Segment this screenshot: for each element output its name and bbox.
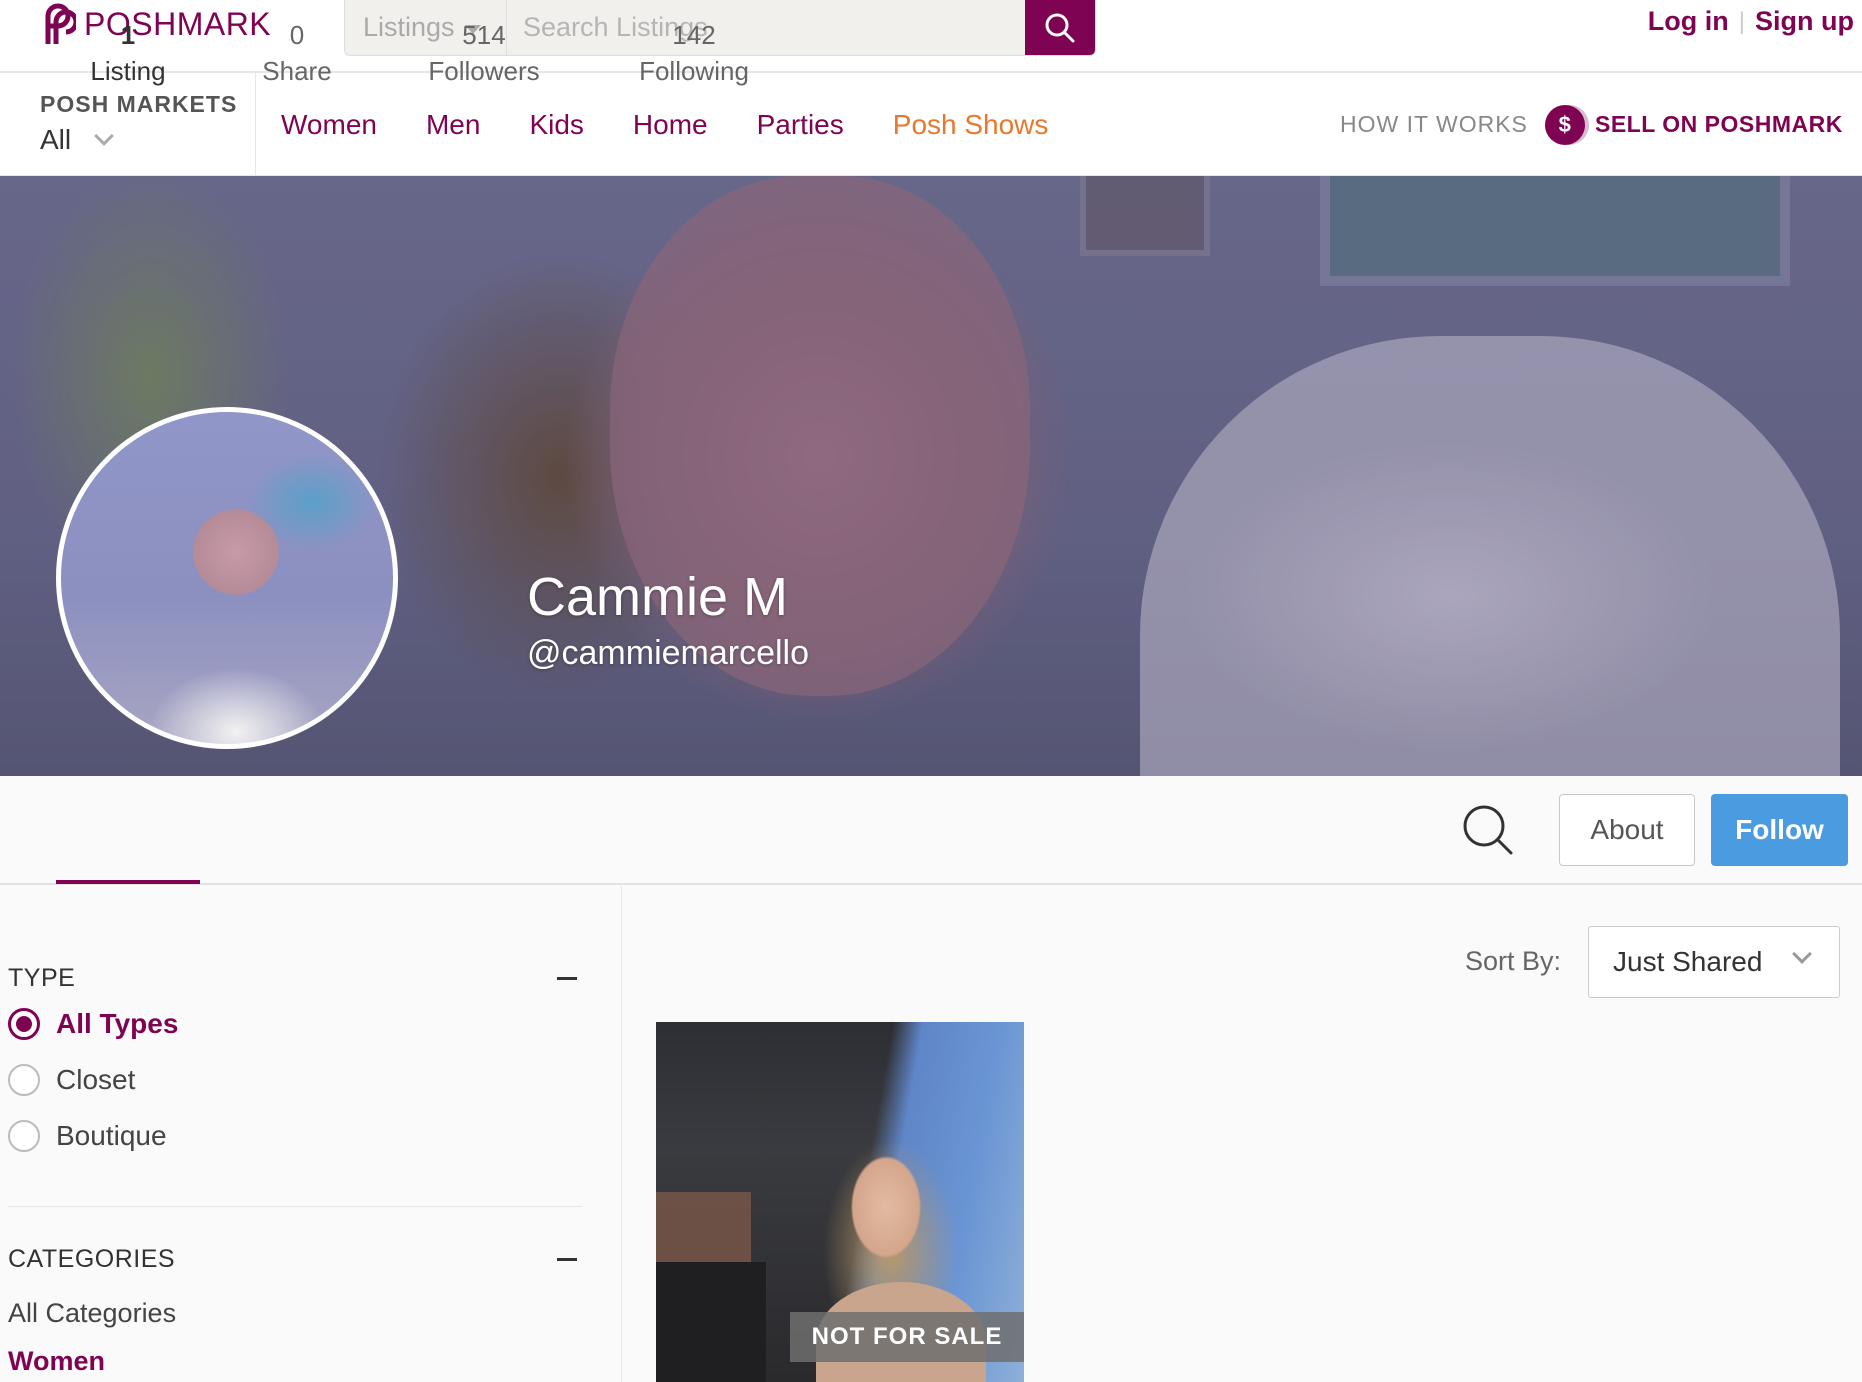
sort-value: Just Shared — [1613, 946, 1763, 977]
stat-tab-listings[interactable]: 1 Listing — [56, 0, 200, 107]
stat-label: Share — [262, 55, 332, 86]
type-option-label: Closet — [56, 1064, 136, 1095]
nav-link-kids[interactable]: Kids — [529, 109, 583, 141]
collapse-categories-icon[interactable] — [557, 1258, 577, 1261]
dollar-coin-icon: $ — [1545, 104, 1585, 145]
stat-tab-followers[interactable]: 514 Followers — [414, 0, 554, 107]
filter-categories-title: CATEGORIES — [8, 1245, 176, 1273]
how-it-works-link[interactable]: HOW IT WORKS — [1340, 73, 1528, 176]
about-button[interactable]: About — [1559, 794, 1695, 866]
sort-label: Sort By: — [1465, 946, 1562, 976]
login-link[interactable]: Log in — [1648, 6, 1729, 37]
stat-label: Followers — [428, 55, 540, 86]
stat-value: 514 — [462, 20, 506, 51]
radio-icon — [8, 1064, 40, 1096]
stat-label: Listing — [90, 55, 166, 86]
type-option-closet[interactable]: Closet — [8, 1064, 135, 1096]
nav-link-posh-shows[interactable]: Posh Shows — [893, 109, 1049, 141]
search-input[interactable] — [507, 0, 1025, 55]
filter-type-title: TYPE — [8, 964, 76, 992]
filter-divider — [8, 1206, 582, 1207]
not-for-sale-badge: NOT FOR SALE — [790, 1312, 1024, 1362]
stat-tab-shares[interactable]: 0 Share — [240, 0, 354, 107]
signup-link[interactable]: Sign up — [1755, 6, 1854, 37]
active-tab-indicator — [56, 880, 200, 884]
chevron-down-icon — [94, 126, 115, 146]
nav-link-home[interactable]: Home — [633, 109, 708, 141]
profile-name: Cammie M — [527, 567, 789, 627]
type-option-label: All Types — [56, 1008, 179, 1039]
sell-on-poshmark-link[interactable]: $ SELL ON POSHMARK — [1545, 73, 1843, 176]
sort-dropdown[interactable]: Just Shared — [1588, 926, 1840, 998]
nav-link-men[interactable]: Men — [426, 109, 480, 141]
type-option-all-types[interactable]: All Types — [8, 1008, 178, 1040]
auth-links: Log in | Sign up — [1648, 6, 1854, 37]
profile-avatar — [56, 407, 398, 749]
follow-button[interactable]: Follow — [1711, 794, 1848, 866]
stat-value: 1 — [120, 20, 136, 51]
radio-icon — [8, 1120, 40, 1152]
stat-value: 142 — [672, 20, 716, 51]
category-all[interactable]: All Categories — [8, 1298, 176, 1329]
listing-card[interactable]: NOT FOR SALE — [656, 1022, 1024, 1382]
type-option-boutique[interactable]: Boutique — [8, 1120, 167, 1152]
collapse-type-icon[interactable] — [557, 977, 577, 980]
search-button[interactable] — [1025, 0, 1095, 55]
stat-label: Following — [639, 55, 749, 86]
search-icon — [1463, 805, 1513, 855]
listing-photo-seat — [656, 1262, 766, 1382]
nav-link-parties[interactable]: Parties — [757, 109, 844, 141]
chevron-down-icon — [1792, 944, 1812, 964]
search-icon — [1045, 13, 1075, 42]
category-women[interactable]: Women — [8, 1346, 105, 1377]
stat-tab-following[interactable]: 142 Following — [626, 0, 762, 107]
type-option-label: Boutique — [56, 1120, 167, 1151]
sell-label: SELL ON POSHMARK — [1595, 111, 1843, 137]
posh-markets-value: All — [40, 124, 72, 155]
profile-handle: @cammiemarcello — [527, 634, 810, 672]
stat-value: 0 — [289, 20, 305, 51]
nav-link-women[interactable]: Women — [281, 109, 377, 141]
radio-selected-icon — [8, 1008, 40, 1040]
auth-separator: | — [1738, 7, 1746, 35]
closet-search-button[interactable] — [1462, 804, 1514, 861]
